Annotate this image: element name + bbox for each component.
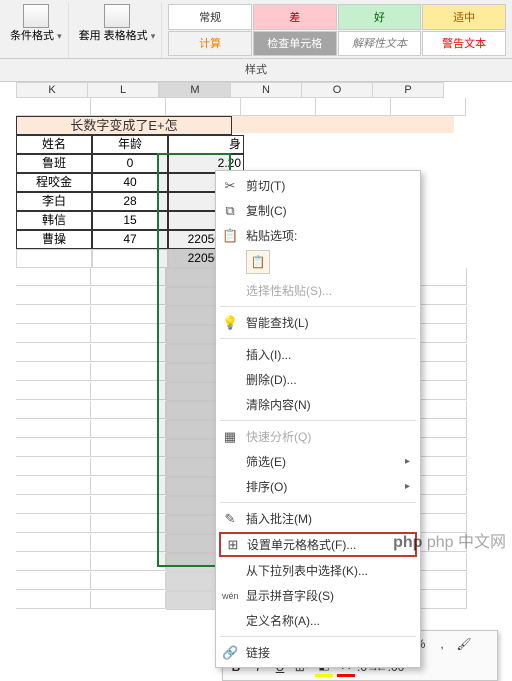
conditional-format-icon xyxy=(23,4,49,28)
copy-icon: ⧉ xyxy=(222,203,238,219)
style-check[interactable]: 检查单元格 xyxy=(253,31,337,57)
col-header[interactable]: L xyxy=(88,82,159,98)
quick-analysis-icon: ▦ xyxy=(222,429,238,445)
conditional-format-label: 条件格式 xyxy=(10,30,54,42)
col-header[interactable]: O xyxy=(302,82,373,98)
col-header[interactable]: K xyxy=(16,82,88,98)
comma-style-button[interactable]: , xyxy=(433,635,451,653)
paste-options: 📋 xyxy=(218,248,418,278)
sheet-title: 长数字变成了E+怎 xyxy=(16,116,232,135)
scissors-icon: ✂ xyxy=(222,178,238,194)
column-headers: K L M N O P xyxy=(16,82,512,98)
ctx-copy[interactable]: ⧉复制(C) xyxy=(218,198,418,223)
ctx-pick-from-list[interactable]: 从下拉列表中选择(K)... xyxy=(218,558,418,583)
col-header[interactable]: N xyxy=(231,82,302,98)
lightbulb-icon: 💡 xyxy=(222,315,238,331)
ctx-filter[interactable]: 筛选(E)▸ xyxy=(218,449,418,474)
header-name: 姓名 xyxy=(16,135,92,154)
table-format-button[interactable]: 套用 表格格式 ▾ xyxy=(77,2,158,44)
watermark: php php 中文网 xyxy=(393,528,506,552)
ctx-hyperlink[interactable]: 🔗链接 xyxy=(218,640,418,665)
format-cells-icon: ⊞ xyxy=(225,537,241,553)
ctx-quick-analysis: ▦快速分析(Q) xyxy=(218,424,418,449)
link-icon: 🔗 xyxy=(222,645,238,661)
chevron-down-icon: ▾ xyxy=(57,31,62,41)
ctx-insert[interactable]: 插入(I)... xyxy=(218,342,418,367)
style-neutral[interactable]: 适中 xyxy=(422,4,506,30)
chevron-right-icon: ▸ xyxy=(405,481,410,492)
worksheet[interactable]: K L M N O P 长数字变成了E+怎 姓名 年龄 身 鲁班 0 2.20 … xyxy=(0,82,512,602)
header-height: 身 xyxy=(168,135,244,154)
phonetic-icon: wén xyxy=(222,591,238,601)
styles-group-label: 样式 xyxy=(0,59,512,82)
title-row[interactable]: 长数字变成了E+怎 xyxy=(16,116,512,135)
ribbon-group-tableformat: 套用 表格格式 ▾ xyxy=(73,2,163,58)
ctx-clear[interactable]: 清除内容(N) xyxy=(218,392,418,417)
ctx-cut[interactable]: ✂剪切(T) xyxy=(218,173,418,198)
col-header[interactable]: M xyxy=(159,82,231,98)
ribbon: 条件格式 ▾ 套用 表格格式 ▾ 常规 差 好 适中 计算 检查单元格 解释性文… xyxy=(0,0,512,59)
style-explain[interactable]: 解释性文本 xyxy=(338,31,422,57)
ctx-phonetic[interactable]: wén显示拼音字段(S) xyxy=(218,583,418,608)
header-age: 年龄 xyxy=(92,135,168,154)
ctx-paste-options-label: 📋粘贴选项: xyxy=(218,223,418,248)
table-header-row[interactable]: 姓名 年龄 身 xyxy=(16,135,512,154)
paste-icon: 📋 xyxy=(222,228,238,244)
style-bad[interactable]: 差 xyxy=(253,4,337,30)
chevron-right-icon: ▸ xyxy=(405,456,410,467)
comment-icon: ✎ xyxy=(222,511,238,527)
style-normal[interactable]: 常规 xyxy=(168,4,252,30)
ctx-delete[interactable]: 删除(D)... xyxy=(218,367,418,392)
ctx-insert-comment[interactable]: ✎插入批注(M) xyxy=(218,506,418,531)
ctx-sort[interactable]: 排序(O)▸ xyxy=(218,474,418,499)
paste-option-default[interactable]: 📋 xyxy=(246,250,270,274)
context-menu: ✂剪切(T) ⧉复制(C) 📋粘贴选项: 📋 选择性粘贴(S)... 💡智能查找… xyxy=(215,170,421,668)
conditional-format-button[interactable]: 条件格式 ▾ xyxy=(8,2,64,44)
style-calc[interactable]: 计算 xyxy=(168,31,252,57)
table-format-icon xyxy=(104,4,130,28)
format-painter-icon[interactable]: 🖌 xyxy=(455,635,473,653)
table-format-label: 套用 表格格式 xyxy=(79,30,148,42)
ribbon-group-conditional: 条件格式 ▾ xyxy=(4,2,69,58)
ctx-smart-lookup[interactable]: 💡智能查找(L) xyxy=(218,310,418,335)
style-good[interactable]: 好 xyxy=(338,4,422,30)
style-warn[interactable]: 警告文本 xyxy=(422,31,506,57)
chevron-down-icon: ▾ xyxy=(151,31,156,41)
col-header[interactable]: P xyxy=(373,82,444,98)
ctx-paste-special: 选择性粘贴(S)... xyxy=(218,278,418,303)
cell-styles-gallery[interactable]: 常规 差 好 适中 计算 检查单元格 解释性文本 警告文本 xyxy=(166,2,508,58)
ctx-format-cells[interactable]: ⊞设置单元格格式(F)... xyxy=(219,532,417,557)
